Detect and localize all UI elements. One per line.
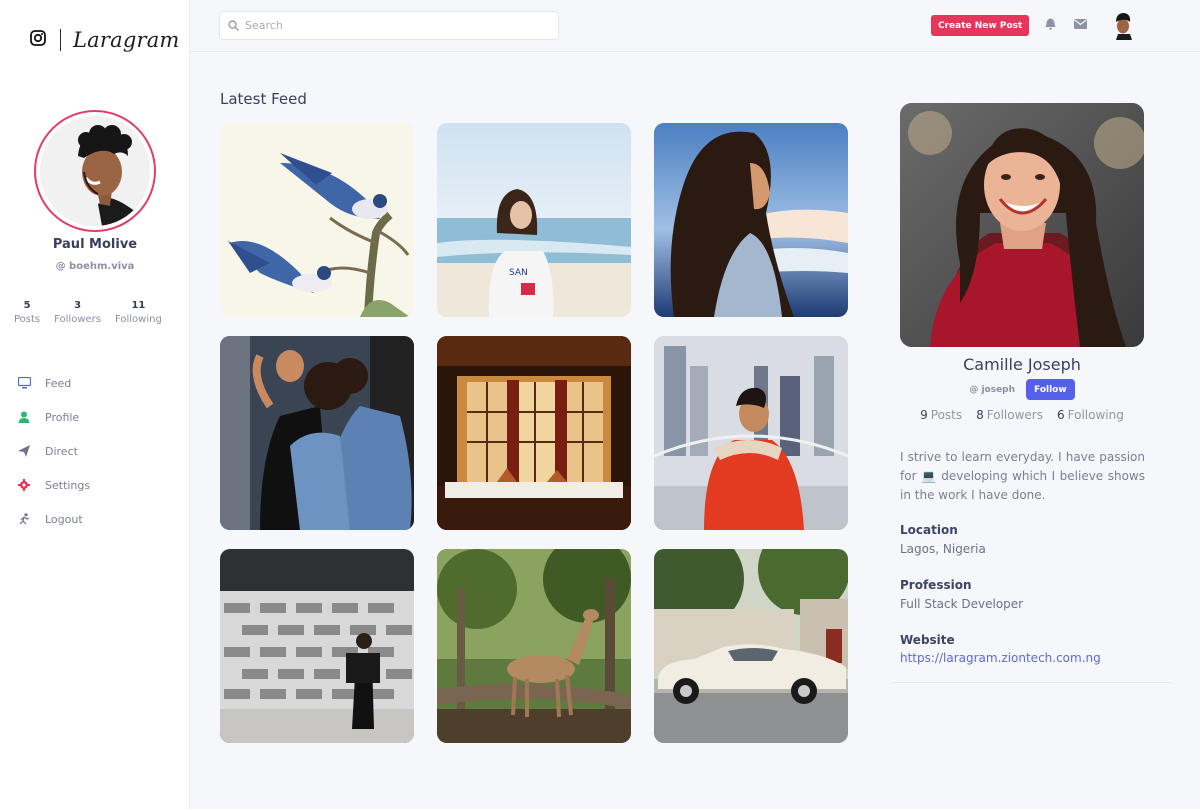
svg-text:SAN: SAN <box>509 268 528 278</box>
feed-grid: SAN <box>220 123 848 743</box>
feed-post-couple[interactable] <box>220 336 414 530</box>
logo-divider <box>60 29 61 51</box>
run-icon <box>17 512 31 526</box>
sidebar-item-label: Direct <box>45 444 78 458</box>
stat-label: Following <box>114 314 162 325</box>
profession-label: Profession <box>900 578 972 592</box>
stat-value: 5 <box>23 300 31 311</box>
feed-post-deer[interactable] <box>437 549 631 743</box>
location-value: Lagos, Nigeria <box>900 542 986 556</box>
mail-icon[interactable] <box>1073 17 1087 31</box>
brand-logo[interactable]: Laragram <box>30 28 180 52</box>
user-name: Paul Molive <box>52 237 138 252</box>
user-stats: 5 Posts 3 Followers 11 Following <box>14 300 176 325</box>
brand-name: Laragram <box>73 28 180 52</box>
search-box[interactable] <box>219 11 559 40</box>
stat-label: Posts <box>14 314 41 325</box>
sidebar-item-settings[interactable]: Settings <box>17 468 90 502</box>
divider <box>892 682 1172 683</box>
sidebar-item-label: Settings <box>45 478 91 492</box>
stat-label: Posts <box>930 408 963 422</box>
sidebar-item-logout[interactable]: Logout <box>17 502 90 536</box>
sidebar-item-feed[interactable]: Feed <box>17 366 90 400</box>
user-icon <box>17 410 31 424</box>
stat-value: 8 <box>976 408 984 422</box>
profile-handle: @ joseph <box>969 384 1016 395</box>
sidebar-item-label: Feed <box>45 376 72 390</box>
instagram-icon <box>30 30 46 50</box>
stat-value: 6 <box>1057 408 1065 422</box>
profile-bio: I strive to learn everyday. I have passi… <box>900 450 1145 502</box>
sidebar-item-label: Logout <box>45 512 83 526</box>
profile-handle-row: @ joseph Follow <box>900 379 1144 400</box>
feed-post-birds[interactable] <box>220 123 414 317</box>
sidebar-item-label: Profile <box>45 410 80 424</box>
search-icon <box>228 16 239 35</box>
sidebar-nav: Feed Profile Direct Settings Logout <box>17 366 90 536</box>
stat-value: 11 <box>131 300 146 311</box>
feed-title: Latest Feed <box>220 90 307 108</box>
user-avatar[interactable] <box>34 110 156 232</box>
account-avatar[interactable] <box>1110 10 1136 40</box>
profession-value: Full Stack Developer <box>900 597 1024 611</box>
bell-icon[interactable] <box>1043 17 1057 31</box>
website-label: Website <box>900 633 955 647</box>
follow-button[interactable]: Follow <box>1026 379 1075 400</box>
sidebar-item-profile[interactable]: Profile <box>17 400 90 434</box>
feed-post-car[interactable] <box>654 549 848 743</box>
stat-label: Following <box>1067 408 1124 422</box>
stat-value: 3 <box>74 300 82 311</box>
sidebar: Laragram Paul Molive @ boehm.viva 5 Post… <box>0 0 190 809</box>
website-link[interactable]: https://laragram.ziontech.com.ng <box>900 651 1101 665</box>
profile-stats: 9 Posts 8 Followers 6 Following <box>900 408 1144 422</box>
feed-post-window[interactable] <box>437 336 631 530</box>
gear-icon <box>17 478 31 492</box>
feed-post-photographer[interactable] <box>220 549 414 743</box>
user-handle: @ boehm.viva <box>55 261 135 272</box>
search-input[interactable] <box>245 19 545 32</box>
sidebar-item-direct[interactable]: Direct <box>17 434 90 468</box>
stat-label: Followers <box>986 408 1043 422</box>
user-stat-following[interactable]: 11 Following <box>115 300 162 325</box>
create-new-post-button[interactable]: Create New Post <box>931 15 1030 36</box>
top-bar: Create New Post <box>190 0 1200 52</box>
feed-post-beach-girl[interactable]: SAN <box>437 123 631 317</box>
user-stat-posts[interactable]: 5 Posts <box>14 300 40 325</box>
profile-stat-following[interactable]: 6 Following <box>1057 408 1124 422</box>
profile-photo[interactable] <box>900 103 1144 347</box>
profile-stat-followers[interactable]: 8 Followers <box>976 408 1043 422</box>
feed-post-city-woman[interactable] <box>654 336 848 530</box>
profile-stat-posts[interactable]: 9 Posts <box>920 408 962 422</box>
profile-name: Camille Joseph <box>963 355 1081 374</box>
stat-value: 9 <box>920 408 928 422</box>
user-stat-followers[interactable]: 3 Followers <box>54 300 101 325</box>
location-label: Location <box>900 523 958 537</box>
feed-post-sunset-woman[interactable] <box>654 123 848 317</box>
stat-label: Followers <box>54 314 101 325</box>
send-icon <box>17 444 31 458</box>
monitor-icon <box>17 376 31 390</box>
